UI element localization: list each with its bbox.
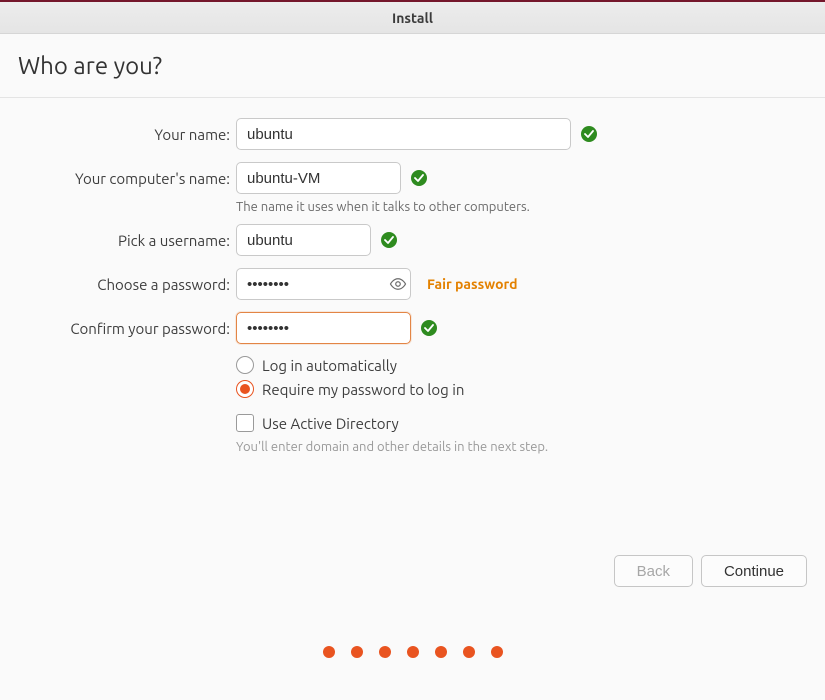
checkmark-icon: [411, 170, 427, 186]
progress-dot: [435, 646, 447, 658]
checkmark-icon: [581, 126, 597, 142]
login-auto-radio[interactable]: [236, 356, 254, 374]
active-directory-checkbox[interactable]: [236, 414, 254, 432]
username-label: Pick a username:: [18, 232, 236, 249]
require-password-radio[interactable]: [236, 380, 254, 398]
login-auto-label: Log in automatically: [262, 357, 397, 374]
progress-dot: [463, 646, 475, 658]
progress-dot: [491, 646, 503, 658]
computer-name-label: Your computer's name:: [18, 170, 236, 187]
password-strength: Fair password: [427, 276, 518, 292]
progress-dot: [379, 646, 391, 658]
your-name-label: Your name:: [18, 126, 236, 143]
back-button[interactable]: Back: [614, 555, 693, 587]
progress-dot: [351, 646, 363, 658]
your-name-input[interactable]: [236, 118, 571, 150]
active-directory-label: Use Active Directory: [262, 415, 399, 432]
password-label: Choose a password:: [18, 276, 236, 293]
window-titlebar: Install: [0, 0, 825, 34]
user-setup-form: Your name: Your computer's name: The nam…: [0, 98, 825, 454]
page-title: Who are you?: [0, 34, 825, 98]
password-input[interactable]: [236, 268, 411, 300]
active-directory-hint: You'll enter domain and other details in…: [236, 440, 548, 454]
computer-name-hint: The name it uses when it talks to other …: [236, 200, 530, 214]
progress-dot: [323, 646, 335, 658]
footer-buttons: Back Continue: [614, 555, 807, 587]
eye-icon[interactable]: [387, 273, 409, 295]
confirm-password-input[interactable]: [236, 312, 411, 344]
continue-button[interactable]: Continue: [701, 555, 807, 587]
require-password-label: Require my password to log in: [262, 381, 464, 398]
window-title: Install: [392, 10, 433, 26]
username-input[interactable]: [236, 224, 371, 256]
checkmark-icon: [421, 320, 437, 336]
progress-dot: [407, 646, 419, 658]
computer-name-input[interactable]: [236, 162, 401, 194]
checkmark-icon: [381, 232, 397, 248]
progress-dots: [0, 646, 825, 658]
confirm-password-label: Confirm your password:: [18, 320, 236, 337]
